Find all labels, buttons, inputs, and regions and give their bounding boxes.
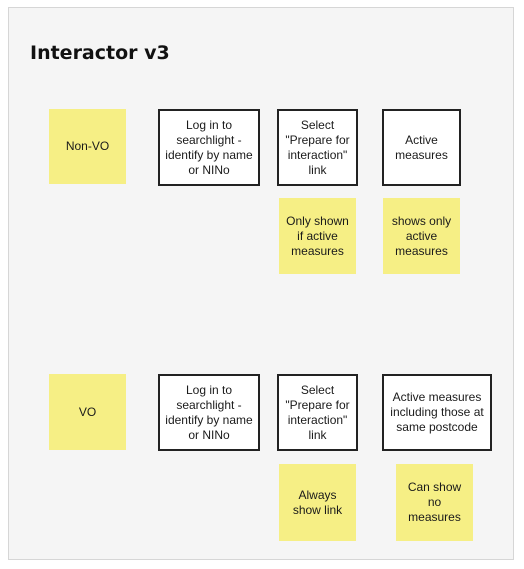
step-select-link-vo[interactable]: Select "Prepare for interaction" link	[277, 374, 358, 451]
step-select-link-non-vo[interactable]: Select "Prepare for interaction" link	[277, 109, 358, 186]
sticky-note-measures-non-vo[interactable]: shows only active measures	[383, 198, 460, 274]
step-active-measures-non-vo[interactable]: Active measures	[382, 109, 461, 186]
step-login-non-vo[interactable]: Log in to searchlight - identify by name…	[158, 109, 260, 186]
sticky-note-link-condition-non-vo[interactable]: Only shown if active measures	[279, 198, 356, 274]
sticky-row-label-vo[interactable]: VO	[49, 374, 126, 450]
sticky-note-link-always-vo[interactable]: Always show link	[279, 464, 356, 541]
sticky-note-measures-vo[interactable]: Can show no measures	[396, 464, 473, 541]
step-active-measures-vo[interactable]: Active measures including those at same …	[382, 374, 492, 451]
sticky-row-label-non-vo[interactable]: Non-VO	[49, 109, 126, 184]
board-title: Interactor v3	[30, 42, 170, 64]
step-login-vo[interactable]: Log in to searchlight - identify by name…	[158, 374, 260, 451]
